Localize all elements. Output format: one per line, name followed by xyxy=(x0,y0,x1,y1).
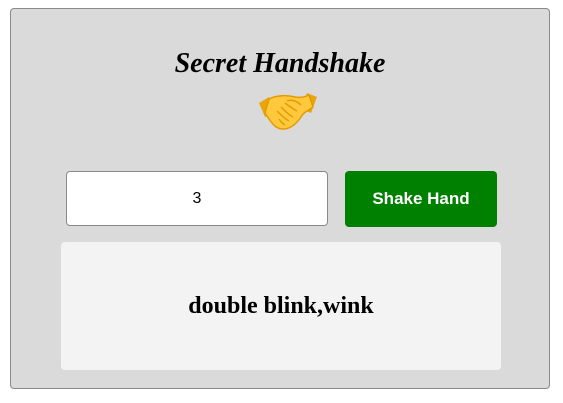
handshake-icon xyxy=(259,93,317,130)
result-panel: double blink,wink xyxy=(61,242,501,370)
page-title: Secret Handshake xyxy=(174,48,386,79)
number-input[interactable] xyxy=(66,171,328,226)
result-text: double blink,wink xyxy=(188,292,374,319)
handshake-card: Secret Handshake Shake Hand double blink… xyxy=(10,8,550,389)
shake-hand-button[interactable]: Shake Hand xyxy=(345,171,497,227)
